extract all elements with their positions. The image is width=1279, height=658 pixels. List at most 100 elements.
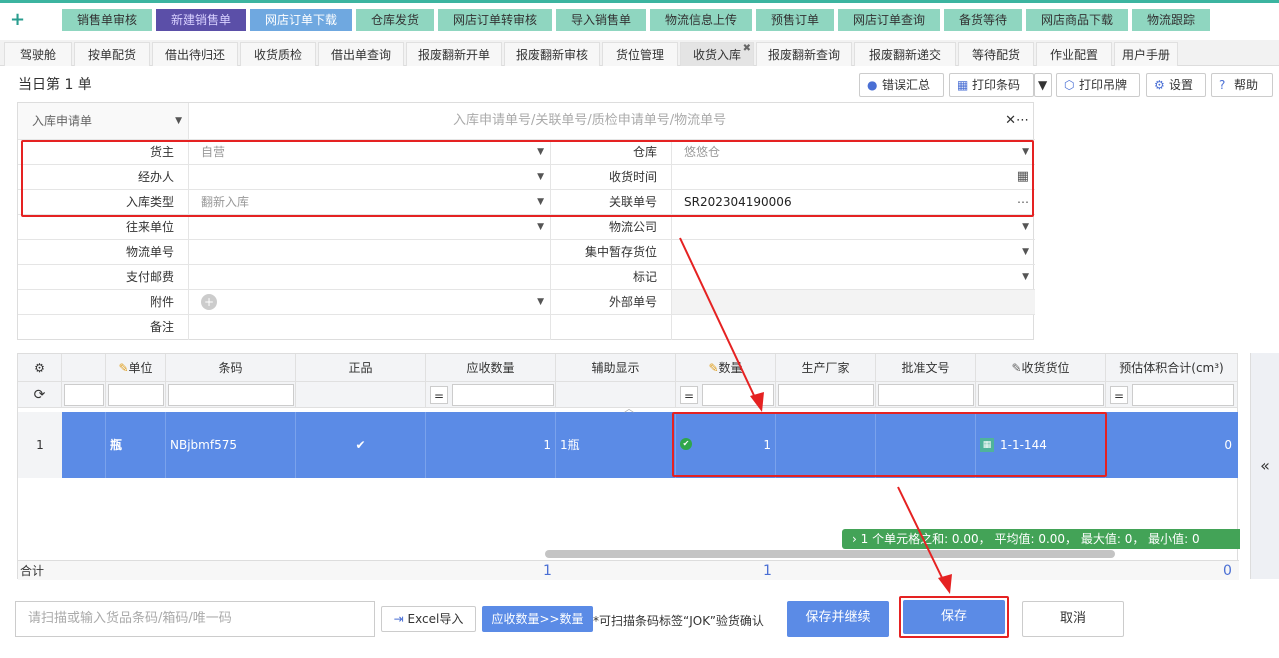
filter-location-input[interactable] [978,384,1104,406]
tab-job-config[interactable]: 作业配置 [1036,42,1112,66]
tab-lend-query[interactable]: 借出单查询 [318,42,404,66]
help-button[interactable]: ? 帮助 [1211,73,1273,97]
grid-settings-icon[interactable]: ⚙ [18,354,62,382]
remark-input[interactable] [189,315,551,340]
tab-wait-picking[interactable]: 等待配货 [958,42,1034,66]
print-barcode-button[interactable]: ▦ 打印条码 [949,73,1034,97]
tab-cockpit[interactable]: 驾驶舱 [4,42,72,66]
filter-eq-op[interactable]: = [430,386,448,404]
col-volume-header[interactable]: 预估体积合计(cm³) [1106,354,1238,382]
mark-label: 标记 [551,265,672,290]
col-approval-header[interactable]: 批准文号 [876,354,976,382]
doc-type-select[interactable]: 入库申请单 ▼ [18,103,189,140]
tab-order-picking[interactable]: 按单配货 [74,42,150,66]
nav-order-to-review[interactable]: 网店订单转审核 [438,9,552,31]
nav-logistics-upload[interactable]: 物流信息上传 [650,9,752,31]
nav-stock-wait[interactable]: 备货等待 [944,9,1022,31]
tab-lend-return[interactable]: 借出待归还 [152,42,238,66]
filter-expected-input[interactable] [452,384,554,406]
settings-button[interactable]: ⚙ 设置 [1146,73,1206,97]
external-no-input[interactable] [672,290,1035,315]
filter-approval-input[interactable] [878,384,974,406]
add-icon[interactable]: + [201,294,217,310]
nav-goods-download[interactable]: 网店商品下载 [1026,9,1128,31]
doc-search-input[interactable]: 入库申请单号/关联单号/质检申请单号/物流单号 ✕⋯ [189,103,1035,140]
filter-maker-input[interactable] [778,384,874,406]
doc-type-value: 入库申请单 [32,114,93,128]
scan-hint: *可扫描条码标签“JOK”验货确认 [593,614,764,628]
cancel-button[interactable]: 取消 [1022,601,1124,637]
tab-receive-stock[interactable]: 收货入库 ✖ [680,42,754,66]
logistics-no-input[interactable] [189,240,551,265]
close-icon[interactable]: ✖ [743,37,751,61]
sum-qty: 1 [763,563,772,579]
attachment-field[interactable]: + ▼ [189,290,551,315]
tab-user-manual[interactable]: 用户手册 [1114,42,1178,66]
grid-filter-blank [62,382,106,408]
print-barcode-dropdown[interactable]: ▼ [1034,73,1052,97]
filter-barcode-input[interactable] [168,384,294,406]
filter-eq-op[interactable]: = [680,386,698,404]
filter-qty-input[interactable] [702,384,774,406]
sum-expected: 1 [543,563,552,579]
logistics-no-label: 物流单号 [18,240,189,265]
temp-location-select[interactable]: ▼ [672,240,1035,265]
print-tag-button[interactable]: ⬡ 打印吊牌 [1056,73,1140,97]
mark-select[interactable]: ▼ [672,265,1035,290]
barcode-icon: ▦ [957,78,969,92]
filter-unit-input[interactable] [108,384,164,406]
nav-online-order-download[interactable]: 网店订单下载 [250,9,352,31]
top-nav: + 销售单审核 新建销售单 网店订单下载 仓库发货 网店订单转审核 导入销售单 … [0,0,1279,36]
col-genuine-header[interactable]: 正品 [296,354,426,382]
tab-scrap-open[interactable]: 报废翻新开单 [406,42,502,66]
partner-select[interactable]: ▼ [189,215,551,240]
receive-form: 入库申请单 ▼ 入库申请单号/关联单号/质检申请单号/物流单号 ✕⋯ 货主 自营 ▼ … [17,102,1035,340]
nav-logistics-track[interactable]: 物流跟踪 [1132,9,1210,31]
save-continue-button[interactable]: 保存并继续 [787,601,889,637]
col-unit-header[interactable]: ✎单位 [106,354,166,382]
error-summary-button[interactable]: ● 错误汇总 [859,73,944,97]
tab-scrap-submit[interactable]: 报废翻新递交 [854,42,956,66]
nav-new-sales[interactable]: 新建销售单 [156,9,246,31]
settings-label: 设置 [1169,78,1194,92]
col-qty-label: 数量 [718,361,743,375]
logistics-co-select[interactable]: ▼ [672,215,1035,240]
chevron-down-icon: ▼ [537,222,544,232]
row-volume: 0 [1224,438,1232,452]
clear-more-icon[interactable]: ✕⋯ [1005,103,1029,139]
col-barcode-header[interactable]: 条码 [166,354,296,382]
nav-warehouse-ship[interactable]: 仓库发货 [356,9,434,31]
filter-eq-op[interactable]: = [1110,386,1128,404]
nav-presale[interactable]: 预售订单 [756,9,834,31]
nav-sales-review[interactable]: 销售单审核 [62,9,152,31]
tab-receive-qc[interactable]: 收货质检 [240,42,316,66]
scan-input[interactable]: 请扫描或输入货品条码/箱码/唯一码 [15,601,375,637]
add-icon[interactable]: + [10,9,25,30]
col-expected-header[interactable]: 应收数量 [426,354,556,382]
col-maker-header[interactable]: 生产厂家 [776,354,876,382]
row-barcode[interactable]: NBjbmf575 [166,412,296,478]
row-unit[interactable]: 瓶 [106,412,166,478]
print-tag-label: 打印吊牌 [1079,78,1128,92]
excel-import-label: Excel导入 [407,612,464,626]
filter-blank-input[interactable] [64,384,104,406]
refresh-icon[interactable]: ⟳ [18,382,62,408]
tab-scrap-review[interactable]: 报废翻新审核 [504,42,600,66]
nav-import-sales[interactable]: 导入销售单 [556,9,646,31]
copy-qty-button[interactable]: 应收数量>>数量 [482,606,593,632]
filter-aux [556,382,676,408]
nav-online-order-query[interactable]: 网店订单查询 [838,9,940,31]
col-qty-header[interactable]: ✎数量 [676,354,776,382]
excel-import-button[interactable]: ⇥ Excel导入 [381,606,476,632]
highlight-box-form [21,140,1034,217]
temp-location-label: 集中暂存货位 [551,240,672,265]
horizontal-scrollbar[interactable] [545,550,1115,558]
row-genuine-check[interactable]: ✔ [296,412,426,478]
collapse-panel-icon[interactable]: « [1250,353,1279,579]
postage-input[interactable] [189,265,551,290]
col-aux-header[interactable]: 辅助显示 [556,354,676,382]
col-location-header[interactable]: ✎收货货位 [976,354,1106,382]
filter-volume-input[interactable] [1132,384,1234,406]
tab-location-manage[interactable]: 货位管理 [602,42,678,66]
tab-scrap-query[interactable]: 报废翻新查询 [756,42,852,66]
